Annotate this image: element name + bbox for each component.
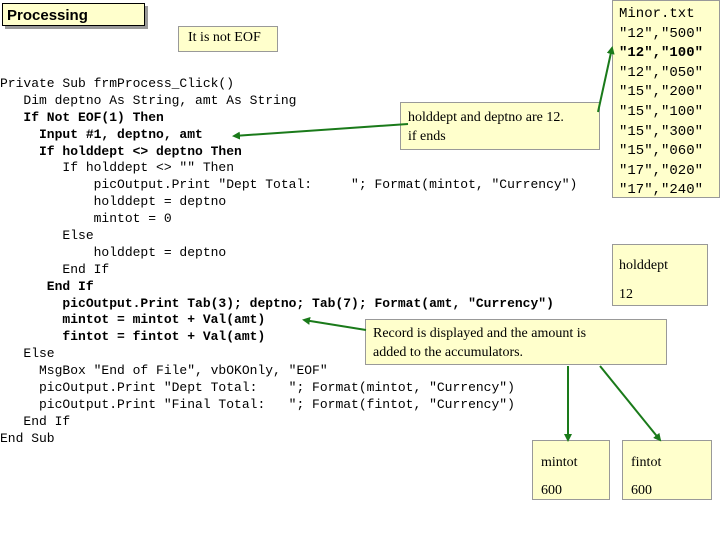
arrow-to-input — [232, 123, 409, 140]
arrow-to-fintot — [599, 365, 662, 442]
arrow-to-accumulators — [302, 317, 367, 331]
annotation-arrows — [232, 46, 662, 442]
arrow-to-file-current — [597, 46, 615, 113]
